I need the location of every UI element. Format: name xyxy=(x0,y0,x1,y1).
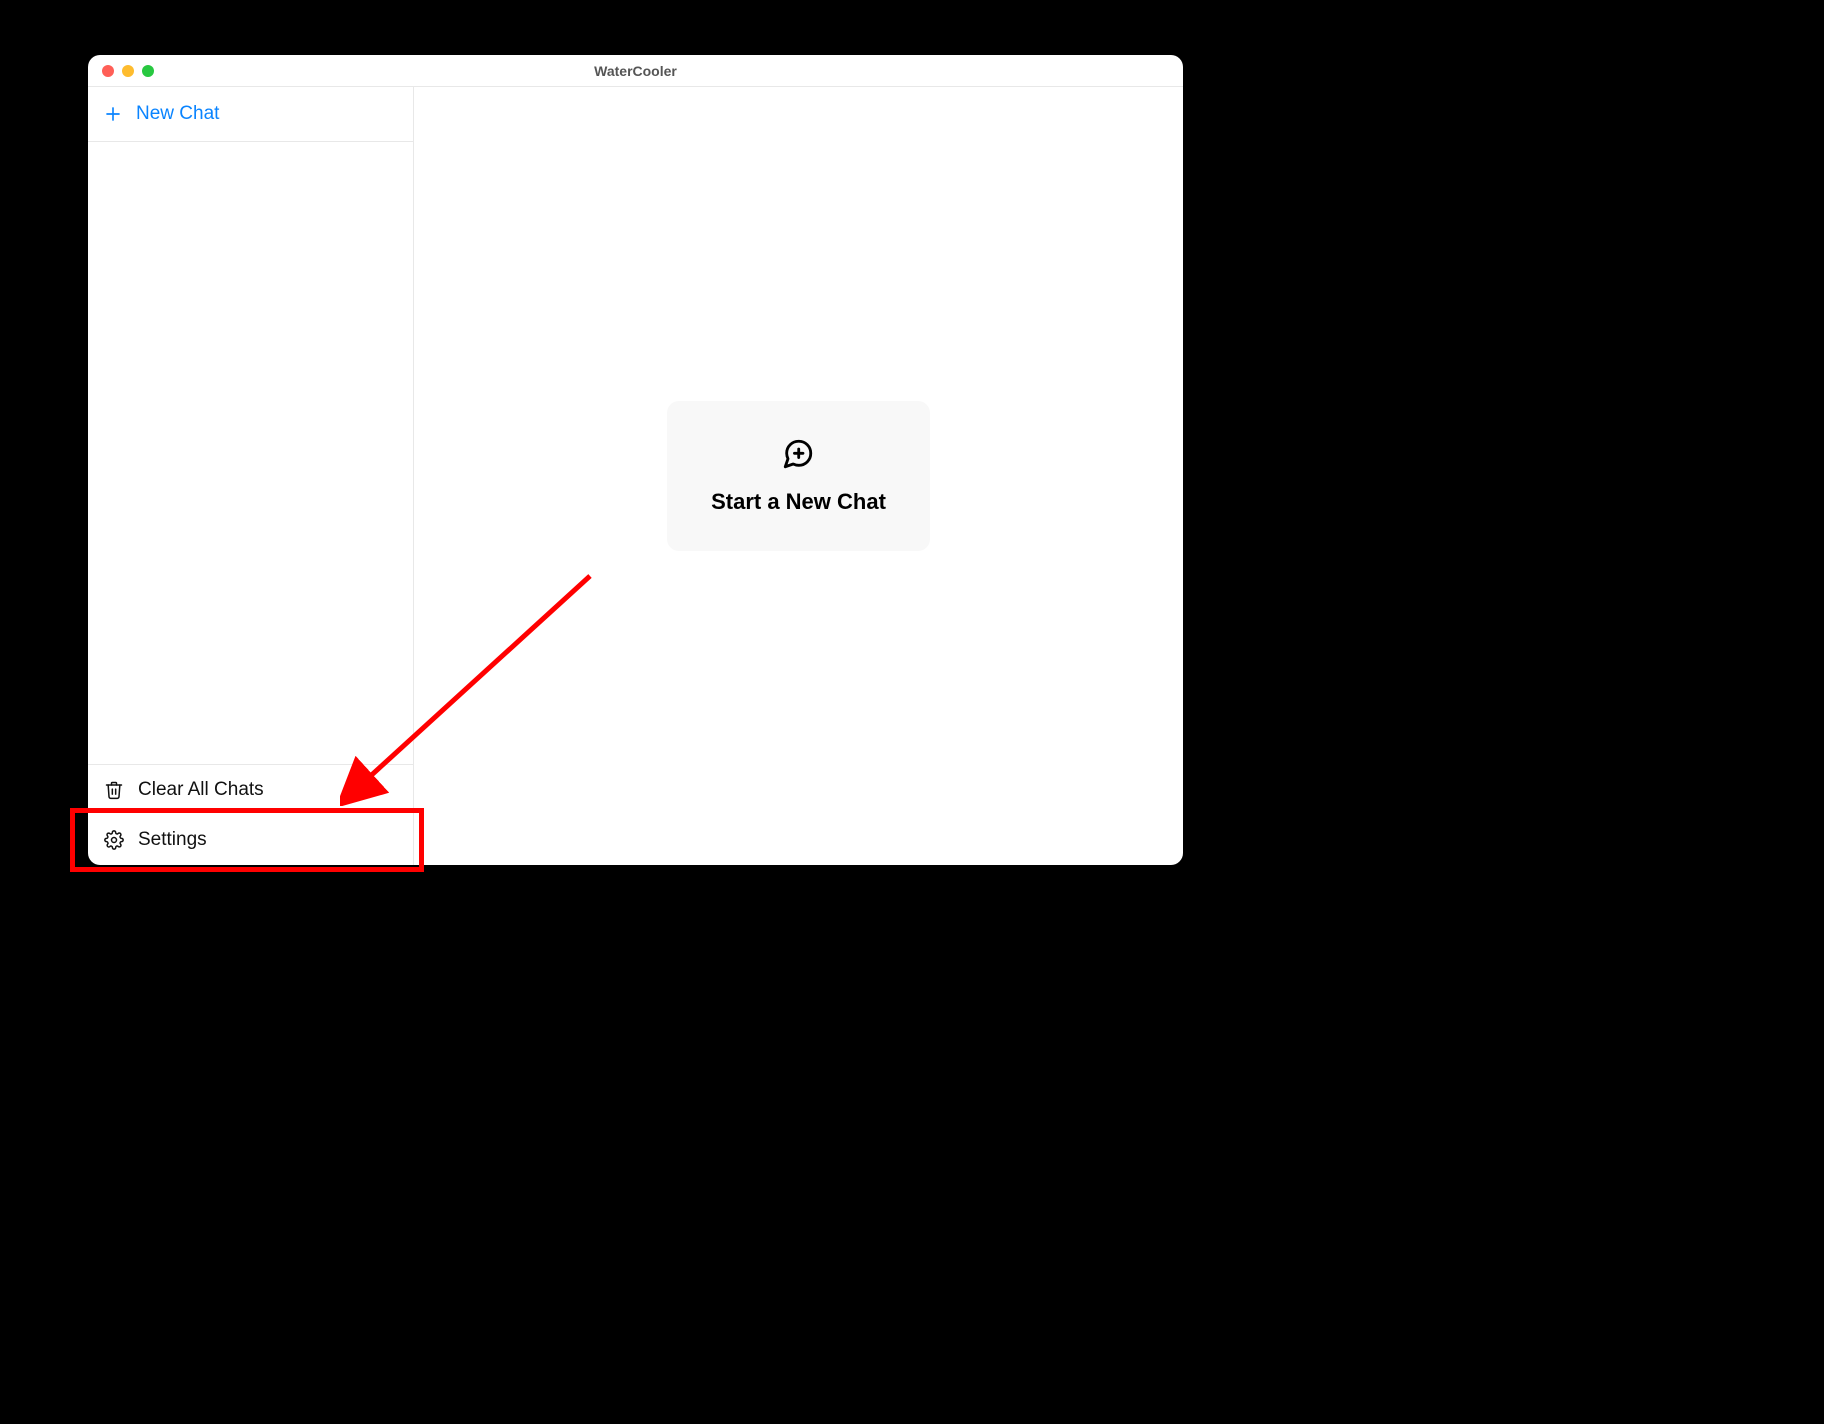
clear-all-chats-label: Clear All Chats xyxy=(138,779,264,801)
chat-list xyxy=(88,142,413,764)
settings-button[interactable]: Settings xyxy=(88,815,413,865)
window-body: New Chat Clear All Chats xyxy=(88,87,1183,865)
new-chat-label: New Chat xyxy=(136,103,219,125)
zoom-window-button[interactable] xyxy=(142,65,154,77)
clear-all-chats-button[interactable]: Clear All Chats xyxy=(88,765,413,815)
gear-icon xyxy=(104,830,124,850)
traffic-lights xyxy=(88,65,154,77)
new-chat-button[interactable]: New Chat xyxy=(88,87,413,142)
trash-icon xyxy=(104,780,124,800)
main-area: Start a New Chat xyxy=(414,87,1183,865)
titlebar: WaterCooler xyxy=(88,55,1183,87)
settings-label: Settings xyxy=(138,829,207,851)
start-new-chat-label: Start a New Chat xyxy=(711,489,886,515)
app-window: WaterCooler New Chat xyxy=(88,55,1183,865)
sidebar-footer: Clear All Chats Settings xyxy=(88,764,413,865)
start-new-chat-card[interactable]: Start a New Chat xyxy=(667,401,930,551)
plus-icon xyxy=(104,105,122,123)
close-window-button[interactable] xyxy=(102,65,114,77)
sidebar: New Chat Clear All Chats xyxy=(88,87,414,865)
window-title: WaterCooler xyxy=(88,63,1183,79)
chat-plus-icon xyxy=(781,437,815,471)
minimize-window-button[interactable] xyxy=(122,65,134,77)
